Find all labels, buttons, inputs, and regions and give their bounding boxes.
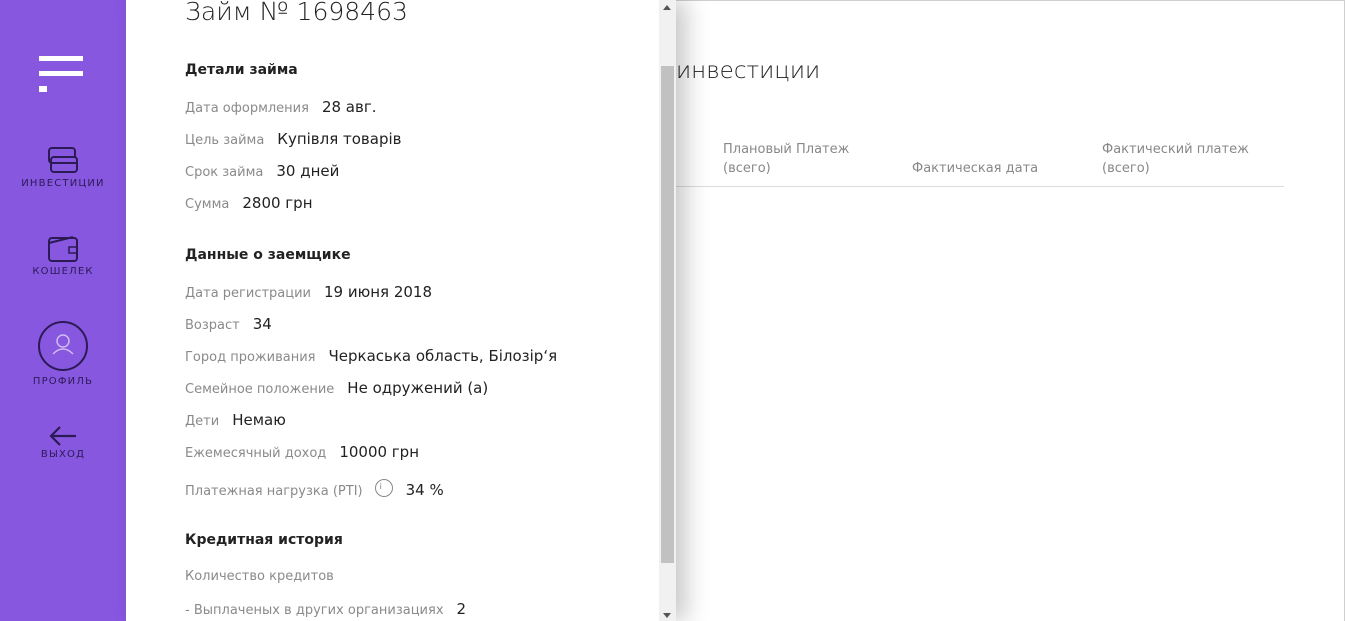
detail-value: 34 % [405, 481, 444, 499]
wallet-icon [48, 236, 78, 262]
top-border [676, 0, 1345, 1]
detail-label: Цель займа [185, 133, 265, 148]
detail-label: Сумма [185, 197, 230, 212]
detail-value: Не одружений (а) [347, 379, 489, 397]
detail-row: Дата регистрации 19 июня 2018 [185, 283, 432, 301]
detail-row: Дети Немаю [185, 411, 286, 429]
detail-label: Семейное положение [185, 382, 335, 397]
detail-value: Немаю [232, 411, 286, 429]
column-label: Фактический платеж (всего) [1102, 142, 1249, 176]
detail-label: Ежемесячный доход [185, 446, 327, 461]
detail-row: Город проживания Черкаська область, Біло… [185, 347, 557, 365]
loan-details-panel: Займ № 1698463 Детали займа Дата оформле… [126, 0, 676, 621]
detail-value: 30 дней [276, 162, 340, 180]
sidebar-item-exit[interactable]: ВЫХОД [0, 425, 126, 460]
detail-label: Дата регистрации [185, 286, 312, 301]
section-credit-history: Кредитная история [185, 532, 343, 548]
investments-icon [48, 147, 78, 173]
detail-value: Черкаська область, Білозір‘я [328, 347, 558, 365]
sidebar-item-label: ВЫХОД [40, 449, 86, 460]
detail-row: Цель займа Купівля товарів [185, 130, 402, 148]
detail-label: Срок займа [185, 165, 264, 180]
detail-row: Ежемесячный доход 10000 грн [185, 443, 419, 461]
sidebar-item-label: КОШЕЛЕК [32, 266, 94, 277]
detail-value: 10000 грн [339, 443, 420, 461]
detail-row: Дата оформления 28 авг. [185, 98, 377, 116]
sidebar-item-label: ИНВЕСТИЦИИ [21, 178, 105, 189]
sidebar-item-wallet[interactable]: КОШЕЛЕК [0, 234, 126, 277]
detail-label: Возраст [185, 318, 240, 333]
info-icon[interactable]: i [374, 479, 393, 497]
detail-row: Количество кредитов [185, 569, 334, 584]
detail-value: 19 июня 2018 [324, 283, 433, 301]
detail-row: Сумма 2800 грн [185, 194, 313, 212]
detail-label: Количество кредитов [185, 569, 334, 584]
column-label: Фактическая дата [912, 161, 1039, 176]
detail-label: - Выплаченых в других организациях [185, 603, 444, 618]
detail-label: Город проживания [185, 350, 316, 365]
sidebar: ИНВЕСТИЦИИ КОШЕЛЕК ПРОФИЛЬ ВЫХОД [0, 0, 126, 621]
profile-icon [38, 321, 88, 371]
detail-label: Платежная нагрузка (PTI) [185, 484, 363, 499]
sidebar-item-investments[interactable]: ИНВЕСТИЦИИ [0, 146, 126, 189]
detail-row: Возраст 34 [185, 315, 272, 333]
detail-value: 2800 грн [242, 194, 313, 212]
detail-row: - Выплаченых в других организациях 2 [185, 600, 466, 618]
column-actual-payment[interactable]: Фактический платеж (всего) [1102, 140, 1249, 178]
detail-value: 2 [456, 600, 467, 618]
sidebar-item-label: ПРОФИЛЬ [32, 376, 94, 387]
table-header: Плановый Платеж (всего) Фактическая дата… [676, 140, 1284, 187]
section-borrower: Данные о заемщике [185, 247, 351, 263]
logo[interactable] [39, 56, 83, 96]
panel-scrollbar[interactable] [659, 0, 676, 621]
detail-row: Семейное положение Не одружений (а) [185, 379, 488, 397]
detail-label: Дети [185, 414, 220, 429]
detail-value: 28 авг. [321, 98, 377, 116]
detail-label: Дата оформления [185, 101, 309, 116]
scroll-up-arrow-icon[interactable] [663, 5, 671, 10]
detail-value: 34 [252, 315, 272, 333]
sidebar-item-profile[interactable]: ПРОФИЛЬ [0, 320, 126, 387]
detail-value: Купівля товарів [277, 130, 402, 148]
panel-title: Займ № 1698463 [185, 0, 408, 26]
detail-row: Платежная нагрузка (PTI) i 34 % [185, 477, 444, 499]
column-label: Плановый Платеж (всего) [723, 142, 850, 176]
scroll-down-arrow-icon[interactable] [663, 613, 671, 618]
page-title: инвестиции [676, 58, 821, 84]
column-planned-payment[interactable]: Плановый Платеж (всего) [723, 140, 849, 178]
detail-row: Срок займа 30 дней [185, 162, 339, 180]
scroll-thumb[interactable] [661, 66, 674, 563]
column-actual-date[interactable]: Фактическая дата [912, 159, 1038, 178]
exit-arrow-icon [49, 426, 76, 446]
info-icon-glyph: i [379, 482, 382, 491]
section-loan-details: Детали займа [185, 62, 298, 78]
